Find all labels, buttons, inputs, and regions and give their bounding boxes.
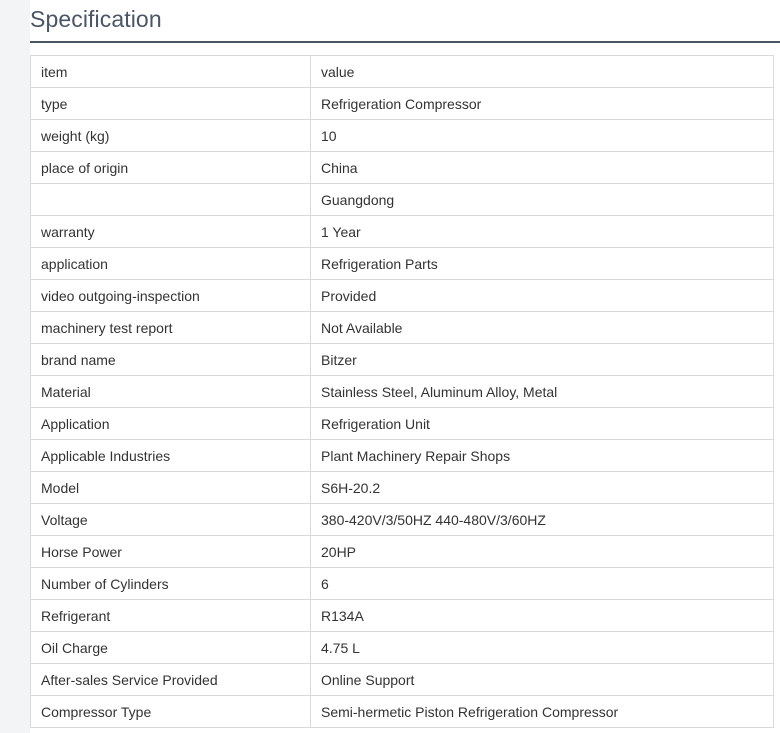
table-row: video outgoing-inspection Provided — [30, 279, 774, 312]
value-cell: Online Support — [310, 663, 774, 696]
item-cell: weight (kg) — [30, 119, 311, 152]
item-cell: warranty — [30, 215, 311, 248]
value-cell: China — [310, 151, 774, 184]
item-cell: After-sales Service Provided — [30, 663, 311, 696]
specification-table: item value type Refrigeration Compressor… — [30, 55, 774, 728]
table-row: Guangdong — [30, 183, 774, 216]
table-row: Voltage 380-420V/3/50HZ 440-480V/3/60HZ — [30, 503, 774, 536]
value-cell: S6H-20.2 — [310, 471, 774, 504]
item-cell — [30, 183, 311, 216]
table-row: type Refrigeration Compressor — [30, 87, 774, 120]
table-row: warranty 1 Year — [30, 215, 774, 248]
value-cell: value — [310, 55, 774, 88]
value-cell: 380-420V/3/50HZ 440-480V/3/60HZ — [310, 503, 774, 536]
table-row: item value — [30, 55, 774, 88]
value-cell: 6 — [310, 567, 774, 600]
value-cell: Semi-hermetic Piston Refrigeration Compr… — [310, 695, 774, 728]
item-cell: Voltage — [30, 503, 311, 536]
table-row: Applicable Industries Plant Machinery Re… — [30, 439, 774, 472]
item-cell: Horse Power — [30, 535, 311, 568]
specification-heading: Specification — [30, 0, 780, 43]
value-cell: Plant Machinery Repair Shops — [310, 439, 774, 472]
item-cell: Material — [30, 375, 311, 408]
item-cell: item — [30, 55, 311, 88]
item-cell: Oil Charge — [30, 631, 311, 664]
value-cell: Guangdong — [310, 183, 774, 216]
table-row: Application Refrigeration Unit — [30, 407, 774, 440]
specification-panel: Specification item value type Refrigerat… — [30, 0, 780, 733]
table-row: Horse Power 20HP — [30, 535, 774, 568]
value-cell: Refrigeration Unit — [310, 407, 774, 440]
item-cell: place of origin — [30, 151, 311, 184]
item-cell: brand name — [30, 343, 311, 376]
table-row: Model S6H-20.2 — [30, 471, 774, 504]
table-row: weight (kg) 10 — [30, 119, 774, 152]
value-cell: 10 — [310, 119, 774, 152]
table-row: Compressor Type Semi-hermetic Piston Ref… — [30, 695, 774, 728]
item-cell: type — [30, 87, 311, 120]
table-row: Oil Charge 4.75 L — [30, 631, 774, 664]
item-cell: Number of Cylinders — [30, 567, 311, 600]
table-row: place of origin China — [30, 151, 774, 184]
item-cell: application — [30, 247, 311, 280]
value-cell: 1 Year — [310, 215, 774, 248]
table-row: application Refrigeration Parts — [30, 247, 774, 280]
table-row: brand name Bitzer — [30, 343, 774, 376]
item-cell: Applicable Industries — [30, 439, 311, 472]
value-cell: Not Available — [310, 311, 774, 344]
item-cell: Refrigerant — [30, 599, 311, 632]
item-cell: machinery test report — [30, 311, 311, 344]
value-cell: Refrigeration Compressor — [310, 87, 774, 120]
value-cell: R134A — [310, 599, 774, 632]
table-row: Number of Cylinders 6 — [30, 567, 774, 600]
value-cell: Stainless Steel, Aluminum Alloy, Metal — [310, 375, 774, 408]
page-title: Specification — [30, 6, 162, 32]
value-cell: 20HP — [310, 535, 774, 568]
item-cell: Compressor Type — [30, 695, 311, 728]
value-cell: Provided — [310, 279, 774, 312]
table-row: machinery test report Not Available — [30, 311, 774, 344]
table-row: After-sales Service Provided Online Supp… — [30, 663, 774, 696]
table-row: Refrigerant R134A — [30, 599, 774, 632]
table-row: Material Stainless Steel, Aluminum Alloy… — [30, 375, 774, 408]
value-cell: Refrigeration Parts — [310, 247, 774, 280]
item-cell: video outgoing-inspection — [30, 279, 311, 312]
item-cell: Model — [30, 471, 311, 504]
value-cell: 4.75 L — [310, 631, 774, 664]
item-cell: Application — [30, 407, 311, 440]
value-cell: Bitzer — [310, 343, 774, 376]
